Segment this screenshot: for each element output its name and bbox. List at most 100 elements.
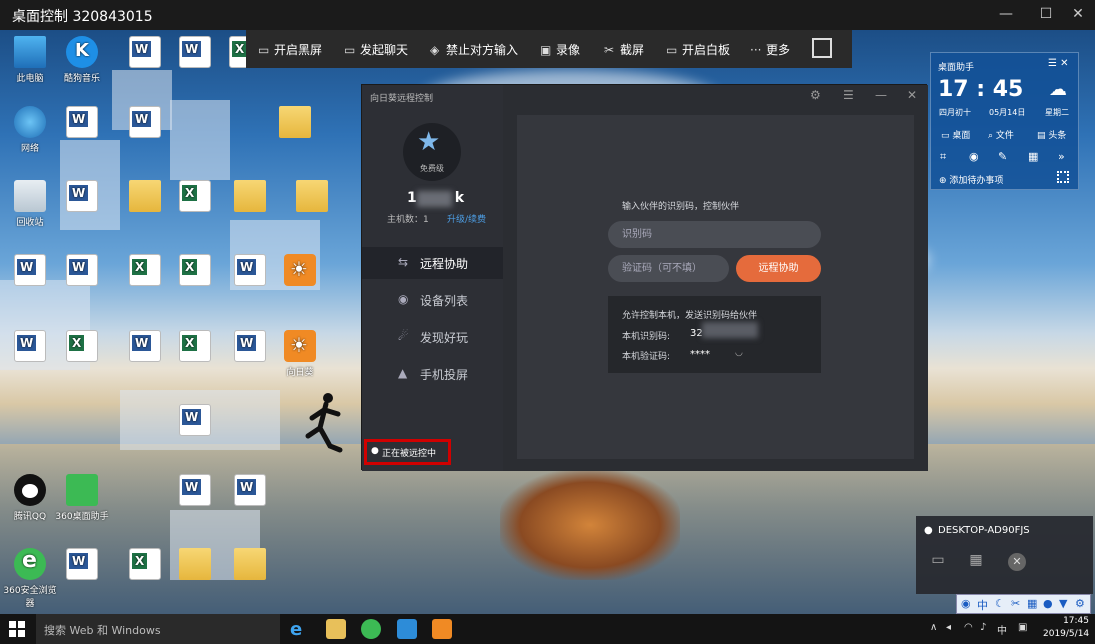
desktop-icon-recycle-bin[interactable]: 回收站 [0,176,60,246]
desktop-icon-word[interactable] [115,102,175,172]
desktop-icon-sunlogin[interactable] [270,250,330,320]
desktop-icon-360-desktop[interactable]: 360桌面助手 [52,470,112,540]
sunlogin-icon[interactable] [432,619,452,639]
chat-icon[interactable]: ▭ [926,552,950,572]
end-session-icon[interactable]: ✕ [1008,553,1026,571]
desktop-icon-360-browser[interactable]: 360安全浏览器 [0,544,60,614]
speaker-icon[interactable]: ◂ [946,622,951,633]
widget-link-desktop[interactable]: ▭ 桌面 [941,128,970,141]
desktop-icon-word[interactable] [52,176,112,246]
toolbar-block-input[interactable]: ◈ 禁止对方输入 [430,41,518,58]
nav-label: 发现好玩 [420,331,469,345]
toolbar-chat[interactable]: ▭ 发起聊天 [344,41,408,58]
desktop-icon-sunlogin[interactable]: 向日葵 [270,326,330,396]
edge-icon[interactable]: e [290,619,310,640]
minimize-icon[interactable]: — [996,6,1016,24]
widget-add-todo[interactable]: ⊕ 添加待办事项 [939,173,1003,186]
desktop-icon-word[interactable] [52,544,112,614]
ime-logo-icon[interactable]: ◉ [961,597,971,610]
desktop-icon-word[interactable] [165,470,225,540]
close-icon[interactable]: ✕ [1068,6,1088,24]
upgrade-link[interactable]: 升级/续费 [447,212,486,225]
desktop-icon-network[interactable]: 网络 [0,102,60,172]
partner-id-input[interactable] [608,221,821,248]
desktop-icon-excel[interactable] [165,250,225,320]
excel-icon [129,254,161,286]
desktop-icon-word[interactable] [0,250,60,320]
file-explorer-icon[interactable] [326,619,346,639]
verification-code-input[interactable] [608,255,729,282]
block-input-icon: ◈ [430,43,440,57]
widget-link-files[interactable]: ⌕ 文件 [988,128,1014,141]
gear-icon[interactable]: ⚙ [1075,597,1085,610]
desktop-icon-word[interactable] [52,102,112,172]
crop-icon[interactable]: ⌗ [940,150,946,164]
chevron-right-icon[interactable]: » [1058,150,1065,163]
desktop-icon-excel[interactable] [165,176,225,246]
windows-start-icon[interactable] [9,621,25,637]
eye-icon[interactable]: ◡ [735,348,743,358]
remote-status-badge[interactable]: ● 正在被远控中 [364,439,451,465]
shirt-icon[interactable]: ▼ [1059,597,1067,610]
desktop-icon-word[interactable] [52,250,112,320]
desktop-icon-folder[interactable] [165,544,225,614]
word-icon [66,254,98,286]
remote-assist-button[interactable]: 远程协助 [736,255,821,282]
desktop-icon-excel[interactable] [52,326,112,396]
nav-remote-assist[interactable]: ⇆ 远程协助 [362,247,503,279]
clock-date: 2019/5/14 [1043,629,1090,639]
wifi-icon[interactable]: ◠ [964,622,973,633]
keyboard-icon[interactable]: ▦ [1027,597,1037,610]
menu-icon[interactable]: ☰ [843,88,854,102]
ime-toolbar: ◉ 中 ☾ ✂ ▦ ● ▼ ⚙ [956,594,1091,614]
nav-device-list[interactable]: ◉ 设备列表 [362,284,503,316]
keyboard-icon[interactable]: ▦ [964,552,988,572]
moon-icon[interactable]: ☾ [995,597,1005,610]
eye-icon[interactable]: ◉ [969,150,979,163]
widget-link-headlines[interactable]: ▤ 头条 [1037,128,1066,141]
chevron-up-icon[interactable]: ∧ [930,622,937,633]
desktop-icon-folder[interactable] [220,176,280,246]
notification-icon[interactable]: ▣ [1018,622,1027,633]
desktop-icon-kugou[interactable]: 酷狗音乐 [52,32,112,102]
desktop-icon-word[interactable] [0,326,60,396]
taskbar-search[interactable]: 搜索 Web 和 Windows [36,614,280,644]
qr-code-icon[interactable] [1057,171,1069,183]
360-browser-icon [14,548,46,580]
toolbar-more[interactable]: ··· 更多 [750,41,790,58]
desktop-icon-folder[interactable] [265,102,325,172]
toolbar-record[interactable]: ▣ 录像 [540,41,580,58]
gear-icon[interactable]: ⚙ [810,88,821,102]
weather-cloud-icon[interactable]: ☁ [1049,79,1067,100]
toolbar-black-screen[interactable]: ▭ 开启黑屏 [258,41,322,58]
user-icon[interactable]: ● [1043,597,1053,610]
volume-icon[interactable]: ♪ [980,622,986,633]
desktop-icon-folder[interactable] [282,176,342,246]
edit-icon[interactable]: ✎ [998,150,1007,163]
desktop-icon-qq[interactable]: 腾讯QQ [0,470,60,540]
more-icon: ··· [750,43,762,57]
nav-discover[interactable]: ☄ 发现好玩 [362,321,503,353]
calculator-icon[interactable]: ▦ [1028,150,1038,163]
widget-date: 05月14日 [989,108,1026,117]
desktop-icon-word[interactable] [220,470,280,540]
scissors-icon[interactable]: ✂ [1011,597,1020,610]
minimize-icon[interactable]: — [875,88,887,102]
360-browser-icon[interactable] [361,619,381,639]
avatar[interactable]: ★ 免费级 [403,123,461,181]
desktop-icon-folder[interactable] [220,544,280,614]
desktop-icon-this-pc[interactable]: 此电脑 [0,32,60,102]
toolbar-screenshot[interactable]: ✂ 截屏 [604,41,644,58]
remote-app-icon[interactable] [397,619,417,639]
fullscreen-icon[interactable] [812,38,832,58]
toolbar-whiteboard[interactable]: ▭ 开启白板 [666,41,730,58]
widget-menu-icon[interactable]: ☰ ✕ [1048,58,1069,69]
close-icon[interactable]: ✕ [907,88,917,102]
ime-lang[interactable]: 中 [977,597,988,613]
desktop-icon-excel[interactable] [165,326,225,396]
ime-lang-indicator[interactable]: 中 [997,622,1007,637]
desktop-icon-word[interactable] [165,400,225,470]
maximize-icon[interactable]: ☐ [1036,6,1056,24]
nav-phone-cast[interactable]: ▲ 手机投屏 [362,358,503,390]
taskbar-clock[interactable]: 17:45 2019/5/14 [1043,615,1089,641]
